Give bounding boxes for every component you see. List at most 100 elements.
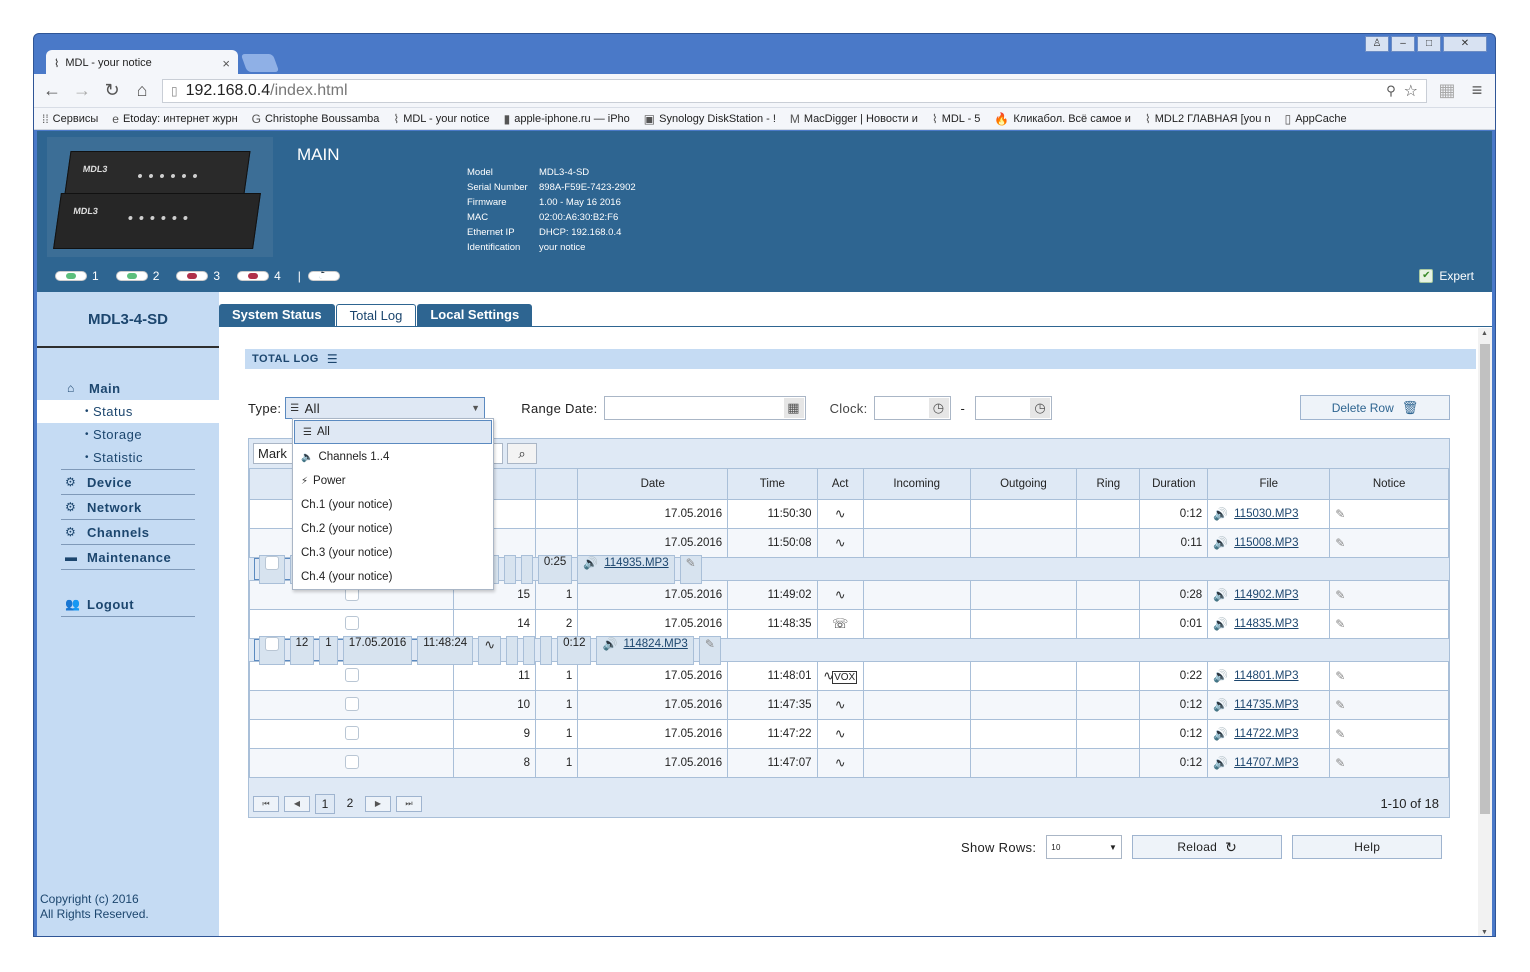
table-row[interactable]: 8 1 17.05.2016 11:47:07 ∿ 0:12 🔊 114707.MP3 ✎ [249,748,1449,778]
help-button[interactable]: Help [1292,835,1443,859]
sidebar-item-device[interactable]: ⚙ Device [37,470,219,494]
bookmark-item[interactable]: ⌇ MDL - your notice [393,112,489,126]
clock-to-input[interactable]: ◷ [975,396,1053,420]
show-rows-select[interactable]: 10 ▼ [1046,835,1123,859]
speaker-icon[interactable]: 🔊 [1213,536,1228,550]
tab-system-status[interactable]: System Status [219,304,335,326]
range-date-input[interactable]: ▦ [603,396,806,420]
edit-icon[interactable]: ✎ [1335,698,1345,712]
clock-from-input[interactable]: ◷ [873,396,951,420]
bookmark-item[interactable]: ▮ apple-iphone.ru — iPho [504,112,630,126]
back-icon[interactable]: ← [42,80,62,101]
column-header[interactable]: Time [727,468,818,500]
bookmark-item[interactable]: G Christophe Boussamba [252,112,380,126]
speaker-icon[interactable]: 🔊 [1213,507,1228,521]
sidebar-item-logout[interactable]: 👥 Logout [37,592,219,616]
row-checkbox[interactable] [344,754,359,769]
file-link[interactable]: 115008.MP3 [1234,537,1298,549]
edit-icon[interactable]: ✎ [686,556,696,570]
type-select[interactable]: ☰ All ▼ [285,397,486,419]
row-checkbox[interactable] [344,667,359,682]
dropdown-option[interactable]: Ch.3 (your notice) [293,541,493,565]
file-link[interactable]: 114835.MP3 [1234,618,1298,630]
table-row[interactable]: 9 1 17.05.2016 11:47:22 ∿ 0:12 🔊 114722.MP3 ✎ [249,719,1449,749]
sidebar-sub-statistic[interactable]: Statistic [37,446,219,469]
tab-total-log[interactable]: Total Log [335,304,417,326]
file-link[interactable]: 114707.MP3 [1234,757,1298,769]
speaker-icon[interactable]: 🔊 [1213,698,1228,712]
column-header[interactable]: Ring [1076,468,1141,500]
prev-page-icon[interactable]: ◀ [284,795,310,812]
minimize-button[interactable]: – [1391,36,1415,52]
reload-button[interactable]: Reload ↻ [1132,835,1283,859]
tab-local-settings[interactable]: Local Settings [417,304,533,326]
bookmark-item[interactable]: ⌇ MDL2 ГЛАВНАЯ [you n [1145,112,1271,126]
column-header[interactable]: Date [577,468,729,500]
clock-icon[interactable]: ◷ [928,398,949,418]
file-link[interactable]: 114902.MP3 [1234,589,1298,601]
edit-icon[interactable]: ✎ [1335,588,1345,602]
sidebar-item-channels[interactable]: ⚙ Channels [37,520,219,544]
bookmark-item[interactable]: ⁞⁞ Сервисы [42,112,98,126]
bookmark-item[interactable]: e Etoday: интернет журн [112,112,237,126]
column-header[interactable]: Notice [1329,468,1449,500]
sidebar-item-main[interactable]: ⌂ Main [37,376,219,400]
dropdown-option[interactable]: 🔈 Channels 1..4 [293,445,493,469]
column-header[interactable]: File [1207,468,1331,500]
row-checkbox[interactable] [264,636,279,651]
speaker-icon[interactable]: 🔊 [583,556,598,570]
speaker-icon[interactable]: 🔊 [1213,727,1228,741]
row-checkbox[interactable] [344,725,359,740]
close-tab-icon[interactable]: × [222,56,230,71]
new-tab-button[interactable] [240,54,280,72]
file-link[interactable]: 114735.MP3 [1234,699,1298,711]
calendar-icon[interactable]: ▦ [783,398,804,418]
check-icon[interactable]: ✔ [1419,269,1434,283]
sidebar-item-network[interactable]: ⚙ Network [37,495,219,519]
edit-icon[interactable]: ✎ [1335,756,1345,770]
bookmark-item[interactable]: ▣ Synology DiskStation - ! [644,112,776,126]
file-link[interactable]: 114801.MP3 [1234,670,1298,682]
home-icon[interactable]: ⌂ [132,80,152,101]
page-1[interactable]: 1 [315,793,335,814]
speaker-icon[interactable]: 🔊 [602,637,617,651]
row-checkbox[interactable] [264,555,279,570]
extension-icon[interactable]: ▦ [1437,80,1457,101]
table-row[interactable]: 11 1 17.05.2016 11:48:01 ∿VOX 0:22 🔊 114801.MP3… [249,661,1449,691]
last-page-icon[interactable]: ⏭ [396,795,422,812]
file-link[interactable]: 114722.MP3 [1234,728,1298,740]
speaker-icon[interactable]: 🔊 [1213,588,1228,602]
speaker-icon[interactable]: 🔊 [1213,756,1228,770]
search-icon[interactable]: ⌕ [507,443,537,464]
next-page-icon[interactable]: ▶ [365,795,391,812]
speaker-toggle[interactable]: 🔈 [307,269,340,281]
expert-toggle[interactable]: ✔ Expert [1419,269,1474,283]
menu-icon[interactable]: ≡ [1467,80,1487,101]
first-page-icon[interactable]: ⏮ [253,795,279,812]
file-link[interactable]: 115030.MP3 [1234,508,1298,520]
bookmark-item[interactable]: ⌇ MDL - 5 [932,112,981,126]
row-checkbox[interactable] [344,615,359,630]
edit-icon[interactable]: ✎ [1335,617,1345,631]
bookmark-item[interactable]: M MacDigger | Новости и [790,112,918,126]
page-2[interactable]: 2 [340,794,360,814]
browser-tab[interactable]: ⌇ MDL - your notice × [46,50,238,76]
sidebar-sub-storage[interactable]: Storage [37,423,219,446]
close-window-button[interactable]: ✕ [1443,36,1487,52]
column-header[interactable]: Duration [1139,468,1209,500]
column-header[interactable]: Incoming [862,468,971,500]
address-bar[interactable]: ▯ 192.168.0.4/index.html ⚲ ☆ [162,78,1427,103]
star-icon[interactable]: ☆ [1404,81,1418,101]
forward-icon[interactable]: → [72,80,92,101]
bookmark-item[interactable]: ▯ AppCache [1285,112,1347,126]
dropdown-option[interactable]: ⚡ Power [293,469,493,493]
sidebar-item-maintenance[interactable]: ▬ Maintenance [37,545,219,569]
delete-row-button[interactable]: Delete Row 🗑 [1300,395,1450,420]
scrollbar[interactable]: ▲ ▼ [1478,328,1492,936]
maximize-button[interactable]: □ [1417,36,1441,52]
edit-icon[interactable]: ✎ [1335,669,1345,683]
dropdown-option[interactable]: Ch.1 (your notice) [293,493,493,517]
speaker-icon[interactable]: 🔊 [1213,617,1228,631]
column-header[interactable]: Outgoing [969,468,1078,500]
user-icon[interactable]: ♙ [1365,36,1389,52]
